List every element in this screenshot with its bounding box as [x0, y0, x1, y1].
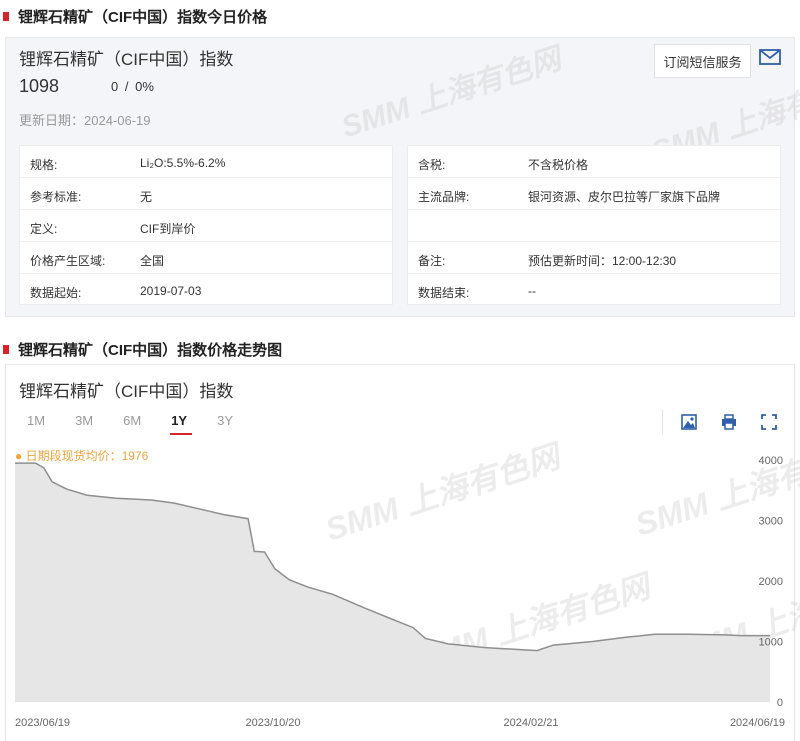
info-table-right: 含税: 不含税价格 主流品牌: 银河资源、皮尔巴拉等厂家旗下品牌 备注: 预估更新时间… — [407, 145, 781, 305]
tab-1m[interactable]: 1M — [27, 413, 45, 428]
info-label: 定义: — [30, 222, 58, 236]
info-row: 参考标准: 无 — [20, 178, 392, 210]
watermark: SMM 上海有色网 — [337, 42, 565, 145]
info-row: 数据结束: -- — [408, 274, 780, 305]
update-label: 更新日期： — [19, 113, 85, 128]
info-label: 主流品牌: — [418, 190, 470, 204]
info-value: 无 — [140, 190, 153, 204]
info-row: 价格产生区域: 全国 — [20, 242, 392, 274]
info-table-left: 规格: Li₂O:5.5%-6.2% 参考标准: 无 定义: CIF到岸价 价格产生区… — [19, 145, 393, 305]
price-change: 0 / 0% — [111, 79, 154, 94]
info-value: 银河资源、皮尔巴拉等厂家旗下品牌 — [528, 190, 721, 204]
info-label: 规格: — [30, 158, 58, 172]
x-tick-label: 2024/02/21 — [503, 717, 558, 729]
info-value: 预估更新时间：12:00-12:30 — [528, 254, 677, 268]
info-label: 价格产生区域: — [30, 254, 106, 268]
change-separator: / — [124, 79, 129, 94]
info-label: 含税: — [418, 158, 446, 172]
watermark: SMM 上海有色网 — [321, 441, 569, 548]
tab-3y[interactable]: 3Y — [217, 413, 233, 428]
save-image-icon[interactable] — [680, 413, 698, 431]
sms-subscribe-button[interactable]: 订阅短信服务 — [654, 44, 751, 78]
price-card: SMM 上海有色网 SMM 上海有色网 锂辉石精矿（CIF中国）指数 1098 … — [5, 37, 800, 317]
y-tick-label: 3000 — [759, 516, 783, 528]
section-header-trend-chart: 锂辉石精矿（CIF中国）指数价格走势图 — [0, 338, 282, 360]
info-label: 参考标准: — [30, 190, 82, 204]
info-row: 备注: 预估更新时间：12:00-12:30 — [408, 242, 780, 274]
update-date: 更新日期：2024-06-19 — [19, 110, 151, 129]
info-row: 主流品牌: 银河资源、皮尔巴拉等厂家旗下品牌 — [408, 178, 780, 210]
info-row: 数据起始: 2019-07-03 — [20, 274, 392, 305]
price-value: 1098 — [19, 76, 60, 96]
y-tick-label: 4000 — [759, 455, 783, 467]
info-row: 定义: CIF到岸价 — [20, 210, 392, 242]
section-marker — [3, 11, 9, 21]
toolbar-divider — [662, 410, 663, 434]
info-value: 全国 — [140, 254, 165, 268]
y-tick-label: 1000 — [759, 637, 783, 649]
change-value: 0 — [111, 79, 119, 94]
x-tick-label: 2024/06/19 — [730, 717, 785, 729]
range-tabs: 1M 3M 6M 1Y 3Y — [27, 413, 263, 435]
info-row — [408, 210, 780, 242]
section-title: 锂辉石精矿（CIF中国）指数价格走势图 — [18, 341, 283, 359]
chart-title: 锂辉石精矿（CIF中国）指数 — [19, 382, 234, 401]
info-value: 不含税价格 — [528, 158, 589, 172]
y-tick-label: 2000 — [759, 576, 783, 588]
x-tick-label: 2023/06/19 — [15, 717, 70, 729]
mail-icon[interactable] — [758, 47, 782, 67]
section-title: 锂辉石精矿（CIF中国）指数今日价格 — [18, 8, 268, 26]
tab-6m[interactable]: 6M — [123, 413, 141, 428]
x-axis: 2023/06/19 2023/10/20 2024/02/21 2024/06/19 — [15, 717, 785, 729]
info-row: 规格: Li₂O:5.5%-6.2% — [20, 146, 392, 178]
info-label: 数据结束: — [418, 286, 470, 300]
info-value: 2019-07-03 — [140, 284, 202, 298]
section-marker — [3, 344, 9, 354]
price-trend-chart: SMM 上海有色网 SMM 上海有色网 SMM 上海有色网 SMM 上海有色网 … — [15, 441, 800, 729]
update-date-value: 2024-06-19 — [84, 113, 151, 128]
info-label: 备注: — [418, 254, 446, 268]
fullscreen-icon[interactable] — [760, 413, 778, 431]
y-tick-label: 0 — [777, 697, 783, 709]
info-value: -- — [528, 284, 536, 298]
tab-3m[interactable]: 3M — [75, 413, 93, 428]
info-label: 数据起始: — [30, 286, 82, 300]
product-name: 锂辉石精矿（CIF中国）指数 — [19, 50, 234, 69]
info-row: 含税: 不含税价格 — [408, 146, 780, 178]
info-value: CIF到岸价 — [140, 222, 196, 236]
print-icon[interactable] — [720, 413, 738, 431]
x-tick-label: 2023/10/20 — [245, 717, 300, 729]
info-value: Li₂O:5.5%-6.2% — [140, 156, 226, 170]
section-header-today-price: 锂辉石精矿（CIF中国）指数今日价格 — [0, 5, 267, 27]
tab-1y[interactable]: 1Y — [170, 413, 193, 435]
change-percent: 0% — [135, 79, 154, 94]
